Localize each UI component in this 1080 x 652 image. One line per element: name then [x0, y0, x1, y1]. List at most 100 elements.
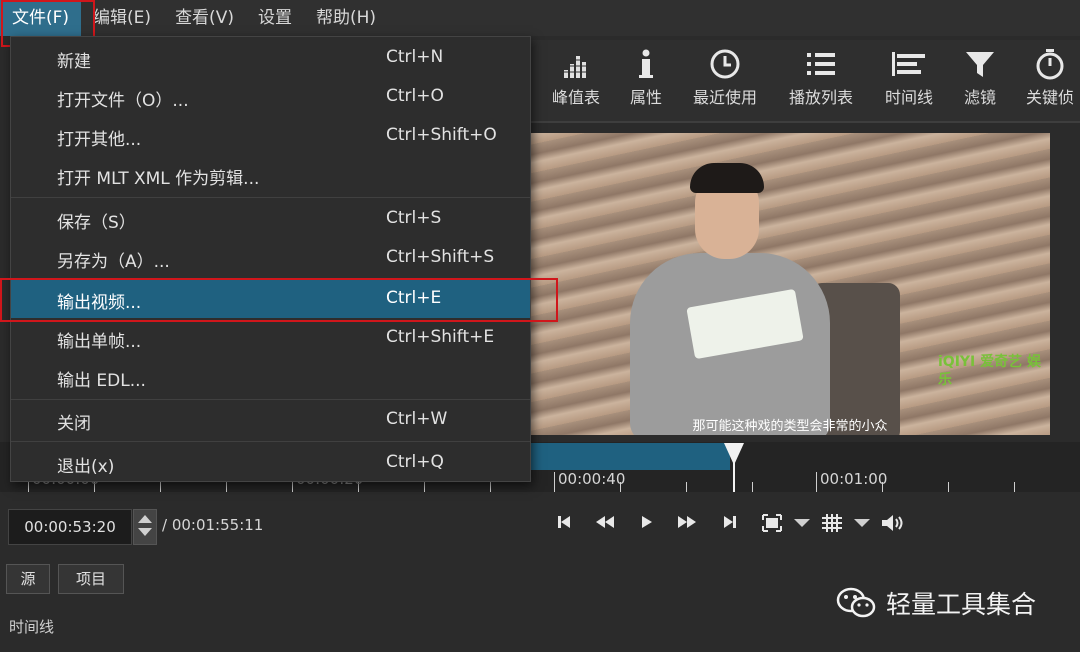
menu-item-shortcut: Ctrl+O [386, 86, 444, 106]
menu-item-label: 打开其他... [57, 130, 142, 150]
menu-item-shortcut: Ctrl+N [386, 47, 444, 67]
menu-item-shortcut: Ctrl+E [386, 288, 442, 308]
clock-icon [710, 49, 740, 79]
toolbar-label: 峰值表 [552, 88, 601, 107]
menu-item-save[interactable]: 保存（S） Ctrl+S [11, 200, 530, 238]
menu-separator [11, 197, 530, 198]
timecode-input[interactable]: 00:00:53:20 [8, 509, 132, 545]
list-icon [807, 53, 835, 75]
menu-item-label: 打开文件（O）... [57, 91, 189, 111]
menu-item-label: 另存为（A）... [57, 252, 170, 272]
menu-item-export-frame[interactable]: 输出单帧... Ctrl+Shift+E [11, 319, 530, 357]
toolbar-timeline[interactable]: 时间线 [885, 48, 933, 108]
menu-item-label: 退出(x) [57, 457, 115, 477]
timeline-panel-label: 时间线 [9, 618, 55, 636]
menu-item-label: 输出视频... [57, 293, 142, 313]
tick [948, 482, 949, 492]
toolbar-label: 最近使用 [693, 88, 758, 107]
tick [686, 482, 687, 492]
toolbar-label: 播放列表 [789, 88, 854, 107]
file-menu-dropdown: 新建 Ctrl+N 打开文件（O）... Ctrl+O 打开其他... Ctrl+Sh… [10, 36, 531, 482]
menu-item-close[interactable]: 关闭 Ctrl+W [11, 401, 530, 439]
menu-file[interactable]: 文件(F) [0, 0, 82, 36]
peak-meter-icon [562, 56, 590, 78]
play-icon [642, 516, 652, 528]
menu-item-shortcut: Ctrl+W [386, 409, 448, 429]
spinner-down-icon[interactable] [138, 528, 152, 536]
stopwatch-icon [1036, 49, 1064, 80]
volume-icon [882, 515, 903, 531]
menu-item-export-video[interactable]: 输出视频... Ctrl+E [11, 280, 530, 318]
video-person-hair [690, 163, 764, 193]
tab-project[interactable]: 项目 [58, 564, 124, 594]
tab-source[interactable]: 源 [6, 564, 50, 594]
video-channel-logo: iQIYI 爱奇艺 娱乐 [938, 354, 1042, 388]
spinner-up-icon[interactable] [138, 515, 152, 523]
volume-button[interactable] [880, 514, 904, 536]
video-preview[interactable]: iQIYI 爱奇艺 娱乐 那可能这种戏的类型会非常的小众 [530, 133, 1050, 435]
funnel-icon [966, 52, 994, 77]
menu-bar: 文件(F) 编辑(E) 查看(V) 设置 帮助(H) [0, 0, 1080, 36]
menu-view[interactable]: 查看(V) [163, 0, 246, 36]
timecode-spinner[interactable] [133, 509, 157, 545]
toolbar-label: 滤镜 [963, 88, 996, 107]
timeline-progress [530, 443, 730, 470]
toolbar-playlist[interactable]: 播放列表 [789, 48, 853, 108]
menu-help[interactable]: 帮助(H) [304, 0, 388, 36]
menu-item-quit[interactable]: 退出(x) Ctrl+Q [11, 444, 530, 482]
grid-dropdown[interactable] [853, 514, 871, 534]
toolbar-divider [530, 121, 1080, 123]
chevron-down-icon [854, 519, 870, 527]
toolbar-peak-meter[interactable]: 峰值表 [552, 48, 600, 108]
menu-separator [11, 399, 530, 400]
menu-settings[interactable]: 设置 [246, 0, 304, 36]
toolbar-filters[interactable]: 滤镜 [963, 48, 997, 108]
skip-end-icon [724, 516, 736, 528]
watermark-text: 轻量工具集合 [886, 590, 1037, 619]
toolbar-label: 关键侦 [1026, 88, 1075, 107]
menu-item-save-as[interactable]: 另存为（A）... Ctrl+Shift+S [11, 239, 530, 277]
tick [752, 482, 753, 492]
menu-edit[interactable]: 编辑(E) [81, 0, 163, 36]
tick [424, 482, 425, 492]
menu-item-label: 新建 [57, 52, 91, 72]
menu-item-shortcut: Ctrl+Q [386, 452, 444, 472]
skip-to-start-button[interactable] [556, 514, 572, 534]
menu-item-label: 保存（S） [57, 213, 136, 233]
toolbar-properties[interactable]: 属性 [630, 48, 662, 108]
zoom-fit-button[interactable] [762, 514, 782, 536]
playhead-line [733, 460, 735, 492]
rewind-button[interactable] [594, 514, 616, 534]
tick [160, 482, 161, 492]
tick-label: 00:00:40 [558, 470, 626, 488]
menu-item-label: 关闭 [57, 414, 91, 434]
skip-to-end-button[interactable] [722, 514, 738, 534]
menu-item-shortcut: Ctrl+Shift+S [386, 247, 495, 267]
toolbar: 峰值表 属性 最近使用 播放列表 时间线 滤镜 关键侦 [530, 40, 1080, 122]
play-button[interactable] [640, 514, 654, 534]
menu-item-open-file[interactable]: 打开文件（O）... Ctrl+O [11, 78, 530, 116]
menu-item-export-edl[interactable]: 输出 EDL... [11, 358, 530, 396]
skip-start-icon [558, 516, 570, 528]
info-icon [639, 49, 653, 78]
toolbar-keyframes[interactable]: 关键侦 [1026, 48, 1074, 108]
menu-item-open-other[interactable]: 打开其他... Ctrl+Shift+O [11, 117, 530, 155]
menu-item-open-mlt-xml[interactable]: 打开 MLT XML 作为剪辑... [11, 156, 530, 194]
zoom-dropdown[interactable] [793, 514, 811, 534]
menu-item-label: 输出单帧... [57, 332, 142, 352]
toolbar-recent[interactable]: 最近使用 [693, 48, 757, 108]
grid-button[interactable] [822, 514, 842, 536]
tick [490, 482, 491, 492]
fast-forward-icon [678, 516, 696, 528]
menu-item-new[interactable]: 新建 Ctrl+N [11, 39, 530, 77]
menu-item-shortcut: Ctrl+S [386, 208, 442, 228]
grid-icon [822, 514, 842, 532]
timeline-icon [892, 52, 925, 76]
menu-item-label: 打开 MLT XML 作为剪辑... [57, 169, 260, 189]
total-duration: / 00:01:55:11 [162, 516, 264, 534]
menu-item-shortcut: Ctrl+Shift+O [386, 125, 497, 145]
fast-forward-button[interactable] [676, 514, 698, 534]
tick [816, 472, 817, 492]
chevron-down-icon [794, 519, 810, 527]
tick-label: 00:01:00 [820, 470, 888, 488]
